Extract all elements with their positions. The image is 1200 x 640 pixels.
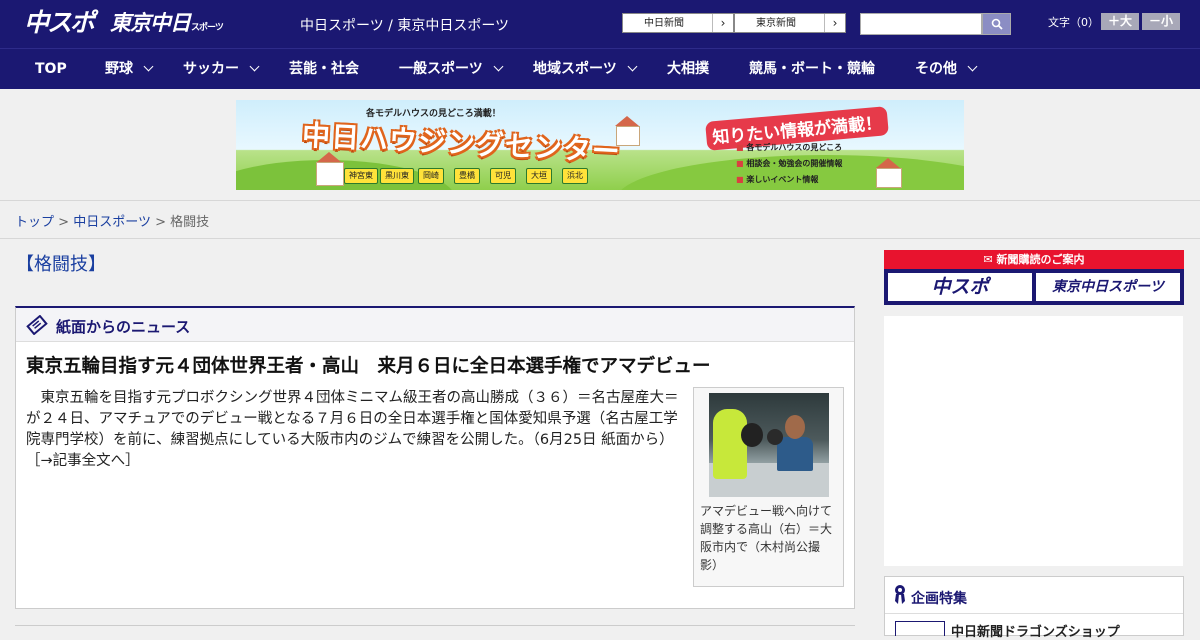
news-section-header: 紙面からのニュース <box>16 308 854 342</box>
breadcrumb-bar: トップ > 中日スポーツ > 格闘技 <box>0 200 1200 239</box>
breadcrumb-current: 格闘技 <box>170 215 210 230</box>
banner-tag: 豊橋 <box>454 168 480 184</box>
tokyo-logo-suffix: スポーツ <box>191 23 224 33</box>
nav-top[interactable]: TOP <box>35 49 67 89</box>
chevron-right-icon: › <box>712 14 733 32</box>
tokyo-shimbun-label: 東京新聞 <box>756 18 796 29</box>
banner-feature-list: 各モデルハウスの見どころ 相談会・勉強会の開催情報 楽しいイベント情報 <box>736 140 842 188</box>
nav-sumo-label: 大相撲 <box>667 61 709 77</box>
nav-baseball-label: 野球 <box>105 61 133 77</box>
chuspo-logo-text: 中スポ <box>24 8 95 37</box>
banner-roof <box>876 158 900 168</box>
banner-tag: 黒川東 <box>380 168 414 184</box>
banner-tag: 大垣 <box>526 168 552 184</box>
nav-general-sports[interactable]: 一般スポーツ <box>399 49 504 89</box>
photo-boxer-body <box>777 437 813 471</box>
banner-roof <box>615 116 639 126</box>
nav-soccer[interactable]: サッカー <box>183 49 260 89</box>
housing-center-banner[interactable]: 各モデルハウスの見どころ満載！ 中日ハウジングセンター 神宮東 黒川東 岡崎 豊… <box>236 100 964 190</box>
page-title: 【格闘技】 <box>16 254 106 275</box>
nav-racing[interactable]: 競馬・ボート・競輪 <box>749 49 875 89</box>
feature-item[interactable]: 中日新聞ドラゴンズショップ <box>951 621 1120 640</box>
read-more-link[interactable]: ［→記事全文へ］ <box>26 453 140 469</box>
chevron-right-icon: › <box>824 14 845 32</box>
feature-box: 企画特集 中日新聞ドラゴンズショップ <box>884 576 1184 640</box>
breadcrumb-chunichi-sports-link[interactable]: 中日スポーツ <box>73 215 151 230</box>
article-body: 東京五輪を目指す元プロボクシング世界４団体ミニマム級王者の高山勝成（３６）＝名古… <box>26 388 686 472</box>
nav-general-sports-label: 一般スポーツ <box>399 61 483 77</box>
search-button[interactable] <box>982 13 1011 35</box>
breadcrumb: トップ > 中日スポーツ > 格闘技 <box>15 211 209 230</box>
subscribe-chuspo-button[interactable]: 中スポ <box>888 273 1032 301</box>
breadcrumb-separator: > <box>58 215 70 230</box>
photo-coach <box>713 409 747 479</box>
search-input[interactable] <box>860 13 982 35</box>
banner-tag: 岡崎 <box>418 168 444 184</box>
chuspo-logo[interactable]: 中スポ <box>24 8 95 40</box>
banner-tag: 浜北 <box>562 168 588 184</box>
feature-title: 企画特集 <box>911 591 967 607</box>
font-smaller-button[interactable]: －小 <box>1142 13 1180 30</box>
article-body-text: 東京五輪を目指す元プロボクシング世界４団体ミニマム級王者の高山勝成（３６）＝名古… <box>26 390 679 448</box>
photo-caption: アマデビュー戦へ向けて調整する高山（右）＝大阪市内で（木村尚公撮影） <box>700 504 833 572</box>
tokyo-shimbun-link[interactable]: 東京新聞 › <box>734 13 846 33</box>
nav-regional-sports[interactable]: 地域スポーツ <box>533 49 638 89</box>
nav-entertainment[interactable]: 芸能・社会 <box>289 49 359 89</box>
subscription-heading: 新聞購読のご案内 <box>996 253 1085 266</box>
chevron-down-icon <box>493 61 504 72</box>
nav-top-label: TOP <box>35 61 67 77</box>
nav-entertainment-label: 芸能・社会 <box>289 61 359 77</box>
nav-sumo[interactable]: 大相撲 <box>667 49 709 89</box>
search-icon <box>991 18 1003 30</box>
chevron-down-icon <box>967 61 978 72</box>
subscription-box: ✉ 新聞購読のご案内 中スポ 東京中日スポーツ <box>884 250 1184 305</box>
nav-other[interactable]: その他 <box>915 49 978 89</box>
banner-list-item: 各モデルハウスの見どころ <box>736 140 842 156</box>
feature-thumbnail[interactable] <box>895 621 945 636</box>
site-header: 中スポ 東京中日スポーツ 中日スポーツ / 東京中日スポーツ 中日新聞 › 東京… <box>0 0 1200 48</box>
nav-regional-sports-label: 地域スポーツ <box>533 61 617 77</box>
newspaper-icon <box>26 315 48 335</box>
nav-soccer-label: サッカー <box>183 61 239 77</box>
subscribe-tokyo-chunichi-button[interactable]: 東京中日スポーツ <box>1036 273 1180 301</box>
photo-mitt <box>741 423 763 447</box>
banner-house <box>876 168 902 188</box>
feature-header: 企画特集 <box>885 577 1183 614</box>
chevron-down-icon <box>143 61 154 72</box>
banner-house <box>316 162 344 186</box>
banner-list-item: 楽しいイベント情報 <box>736 172 842 188</box>
nav-baseball[interactable]: 野球 <box>105 49 154 89</box>
ad-slot <box>884 316 1183 566</box>
article-photo-box: アマデビュー戦へ向けて調整する高山（右）＝大阪市内で（木村尚公撮影） <box>693 387 844 587</box>
font-size-label: 文字（0） <box>1048 16 1099 29</box>
ticket-icon: ✉ <box>983 253 997 266</box>
chunichi-shimbun-label: 中日新聞 <box>644 18 684 29</box>
article-title[interactable]: 東京五輪目指す元４団体世界王者・高山 来月６日に全日本選手権でアマデビュー <box>26 352 711 378</box>
chevron-down-icon <box>249 61 260 72</box>
banner-tag: 可児 <box>490 168 516 184</box>
font-larger-button[interactable]: ＋大 <box>1101 13 1139 30</box>
ribbon-icon <box>895 585 905 604</box>
tokyo-chunichi-logo[interactable]: 東京中日スポーツ <box>110 8 224 40</box>
site-title[interactable]: 中日スポーツ / 東京中日スポーツ <box>300 15 509 35</box>
breadcrumb-top-link[interactable]: トップ <box>15 215 54 230</box>
banner-tag: 神宮東 <box>344 168 378 184</box>
photo-glove <box>767 429 783 445</box>
breadcrumb-separator: > <box>155 215 166 230</box>
article-photo[interactable] <box>709 393 829 497</box>
photo-boxer-head <box>785 415 805 439</box>
chevron-down-icon <box>627 61 638 72</box>
tokyo-logo-text: 東京中日 <box>110 11 191 35</box>
news-section-title: 紙面からのニュース <box>56 318 191 336</box>
chunichi-shimbun-link[interactable]: 中日新聞 › <box>622 13 734 33</box>
next-section-edge <box>15 625 855 636</box>
subscription-header[interactable]: ✉ 新聞購読のご案内 <box>884 250 1184 269</box>
nav-other-label: その他 <box>915 61 957 77</box>
banner-list-item: 相談会・勉強会の開催情報 <box>736 156 842 172</box>
main-nav: TOP 野球 サッカー 芸能・社会 一般スポーツ 地域スポーツ 大相撲 競馬・ボ… <box>0 48 1200 89</box>
news-section: 紙面からのニュース 東京五輪目指す元４団体世界王者・高山 来月６日に全日本選手権… <box>15 306 855 609</box>
nav-racing-label: 競馬・ボート・競輪 <box>749 61 875 77</box>
